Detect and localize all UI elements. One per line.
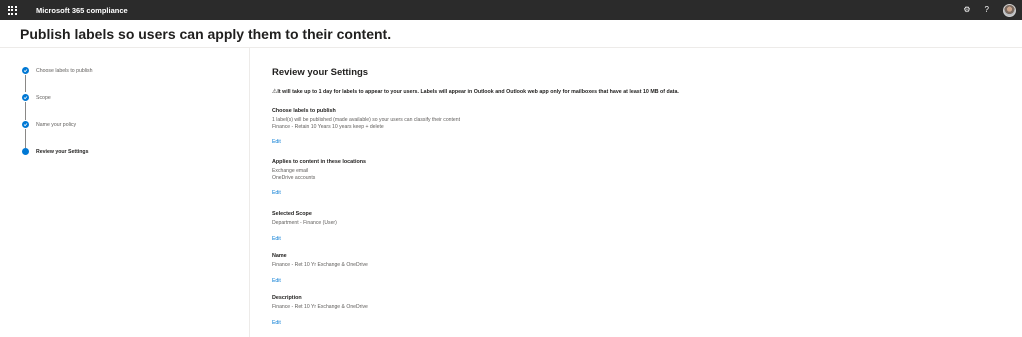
- group-value: Finance - Ret 10 Yr Exchange & OneDrive: [272, 304, 368, 310]
- group-title: Description: [272, 295, 302, 301]
- group-value: OneDrive accounts: [272, 174, 316, 181]
- group-description: Description Finance - Ret 10 Yr Exchange…: [272, 295, 872, 329]
- group-value: Finance - Ret 10 Yr Exchange & OneDrive: [272, 262, 368, 268]
- edit-locations-link[interactable]: Edit: [272, 190, 281, 197]
- settings-icon[interactable]: ⚙: [963, 6, 970, 14]
- group-name: Name Finance - Ret 10 Yr Exchange & OneD…: [272, 253, 872, 287]
- app-launcher-icon[interactable]: [2, 0, 22, 20]
- section-title: Review your Settings: [272, 67, 369, 78]
- edit-description-link[interactable]: Edit: [272, 320, 281, 327]
- step-connector: [25, 75, 26, 92]
- step-scope[interactable]: Scope: [22, 94, 51, 101]
- edit-labels-link[interactable]: Edit: [272, 139, 281, 146]
- edit-scope-link[interactable]: Edit: [272, 236, 281, 243]
- group-locations: Applies to content in these locations Ex…: [272, 159, 872, 199]
- step-connector: [25, 102, 26, 120]
- group-scope: Selected Scope Department - Finance (Use…: [272, 211, 872, 245]
- group-value: Finance - Retain 10 Years 10 years keep …: [272, 123, 384, 130]
- current-step-dot-icon: [22, 148, 29, 155]
- group-title: Selected Scope: [272, 211, 312, 217]
- page-title: Publish labels so users can apply them t…: [20, 26, 392, 42]
- group-title: Applies to content in these locations: [272, 159, 367, 165]
- group-value: Department - Finance (User): [272, 220, 337, 226]
- app-title[interactable]: Microsoft 365 compliance: [36, 6, 128, 15]
- page-header: Publish labels so users can apply them t…: [0, 20, 1022, 48]
- help-icon[interactable]: ?: [985, 6, 989, 14]
- step-connector: [25, 129, 26, 148]
- step-label: Name your policy: [36, 121, 77, 128]
- group-labels: Choose labels to publish 1 label(s) will…: [272, 108, 872, 148]
- step-review-settings[interactable]: Review your Settings: [22, 148, 88, 155]
- group-title: Name: [272, 253, 287, 259]
- avatar[interactable]: [1003, 3, 1016, 17]
- wizard-steps: Choose labels to publish Scope Name your…: [0, 48, 250, 337]
- step-label: Choose labels to publish: [36, 67, 93, 74]
- warning-text: It will take up to 1 day for labels to a…: [277, 89, 679, 95]
- check-icon: [22, 121, 29, 128]
- step-name-policy[interactable]: Name your policy: [22, 121, 76, 128]
- step-label: Review your Settings: [36, 148, 89, 155]
- top-bar: Microsoft 365 compliance ⚙ ?: [0, 0, 1022, 20]
- edit-name-link[interactable]: Edit: [272, 278, 281, 285]
- group-title: Choose labels to publish: [272, 108, 336, 114]
- step-label: Scope: [36, 94, 51, 101]
- check-icon: [22, 67, 29, 74]
- check-icon: [22, 94, 29, 101]
- warning-message: ⚠It will take up to 1 day for labels to …: [272, 89, 742, 97]
- step-choose-labels[interactable]: Choose labels to publish: [22, 67, 93, 74]
